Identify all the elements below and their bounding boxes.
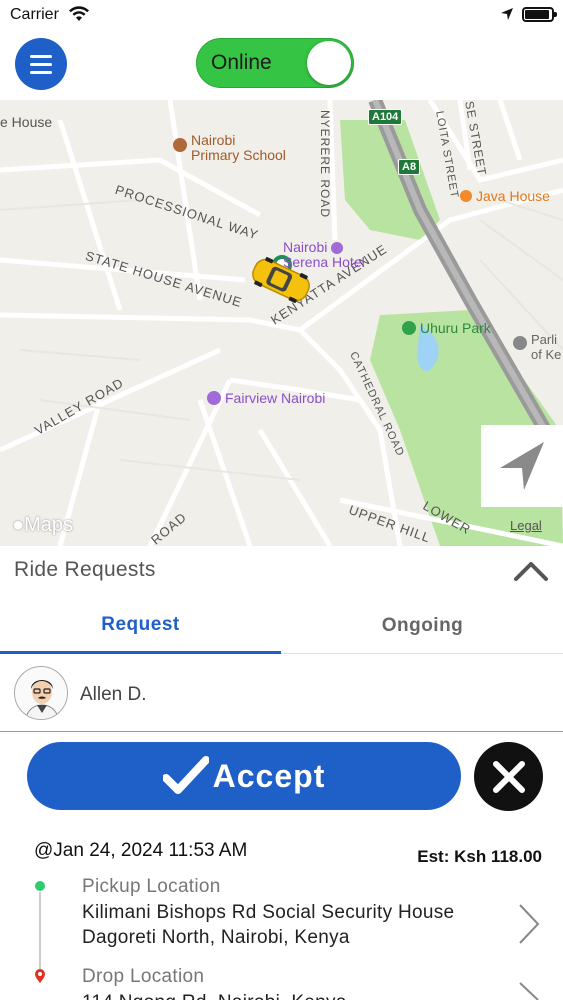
road-label: NYERERE ROAD [318, 110, 332, 219]
chevron-right-icon [517, 980, 541, 1000]
app-header: Online [0, 30, 563, 100]
hotel-icon [207, 391, 221, 405]
map-label: e House [0, 114, 53, 130]
avatar [14, 666, 68, 720]
recenter-location-button[interactable] [481, 425, 563, 507]
online-status-toggle[interactable]: Online [196, 38, 354, 88]
hotel-icon [331, 242, 344, 255]
landmark-icon [513, 336, 527, 350]
route-shield: A104 [368, 109, 403, 125]
apple-logo-icon: ● [12, 514, 25, 536]
poi-school[interactable]: Nairobi Primary School [173, 133, 286, 163]
drop-pin-icon [34, 968, 46, 989]
map-view[interactable]: e House PROCESSIONAL WAY STATE HOUSE AVE… [0, 100, 563, 546]
school-icon [173, 138, 187, 152]
location-services-icon [500, 7, 514, 26]
legal-link[interactable]: Legal [510, 518, 542, 533]
toggle-knob [307, 41, 351, 85]
apple-maps-attribution: ●Maps [12, 514, 73, 536]
poi-java-house[interactable]: Java House [460, 188, 550, 204]
tab-request[interactable]: Request [0, 598, 281, 654]
taxi-car-icon [252, 257, 310, 303]
carrier-label: Carrier [10, 6, 59, 23]
fare-estimate: Est: Ksh 118.00 [417, 847, 542, 866]
pickup-address-line1: Kilimani Bishops Rd Social Security Hous… [82, 902, 455, 923]
toggle-label: Online [211, 51, 272, 74]
rider-name: Allen D. [80, 684, 147, 705]
accept-button[interactable]: Accept [27, 742, 461, 810]
ride-requests-header[interactable]: Ride Requests [0, 546, 563, 596]
chevron-up-icon[interactable] [513, 560, 549, 587]
hamburger-icon [30, 54, 52, 58]
pickup-dot-icon [35, 881, 45, 891]
cafe-icon [460, 190, 472, 202]
request-datetime: @Jan 24, 2024 11:53 AM [34, 840, 248, 861]
poi-uhuru-park[interactable]: Uhuru Park [402, 320, 491, 336]
menu-button[interactable] [15, 38, 67, 90]
drop-label: Drop Location [82, 966, 205, 987]
request-user-row[interactable]: Allen D. [0, 660, 563, 732]
chevron-right-icon [517, 902, 541, 951]
tab-ongoing[interactable]: Ongoing [282, 598, 563, 654]
battery-icon [522, 7, 557, 22]
poi-fairview[interactable]: Fairview Nairobi [207, 390, 325, 406]
poi-parliament[interactable]: Parli of Ke [513, 332, 561, 362]
ride-tabs: Request Ongoing [0, 598, 563, 654]
user-avatar-icon [24, 680, 60, 719]
checkmark-icon [162, 756, 209, 794]
pickup-address-line2: Dagoreti North, Nairobi, Kenya [82, 927, 350, 948]
ride-requests-title: Ride Requests [14, 558, 156, 581]
wifi-icon [68, 6, 90, 27]
close-icon [492, 760, 525, 793]
route-line [39, 892, 41, 972]
status-bar: Carrier [0, 0, 563, 30]
accept-label: Accept [212, 757, 326, 794]
route-shield: A8 [398, 159, 421, 175]
reject-button[interactable] [474, 742, 543, 811]
drop-address-line1: 114 Ngong Rd, Nairobi, Kenya [82, 990, 347, 1000]
pickup-label: Pickup Location [82, 876, 221, 897]
navigation-arrow-icon [500, 442, 544, 490]
park-icon [402, 321, 416, 335]
